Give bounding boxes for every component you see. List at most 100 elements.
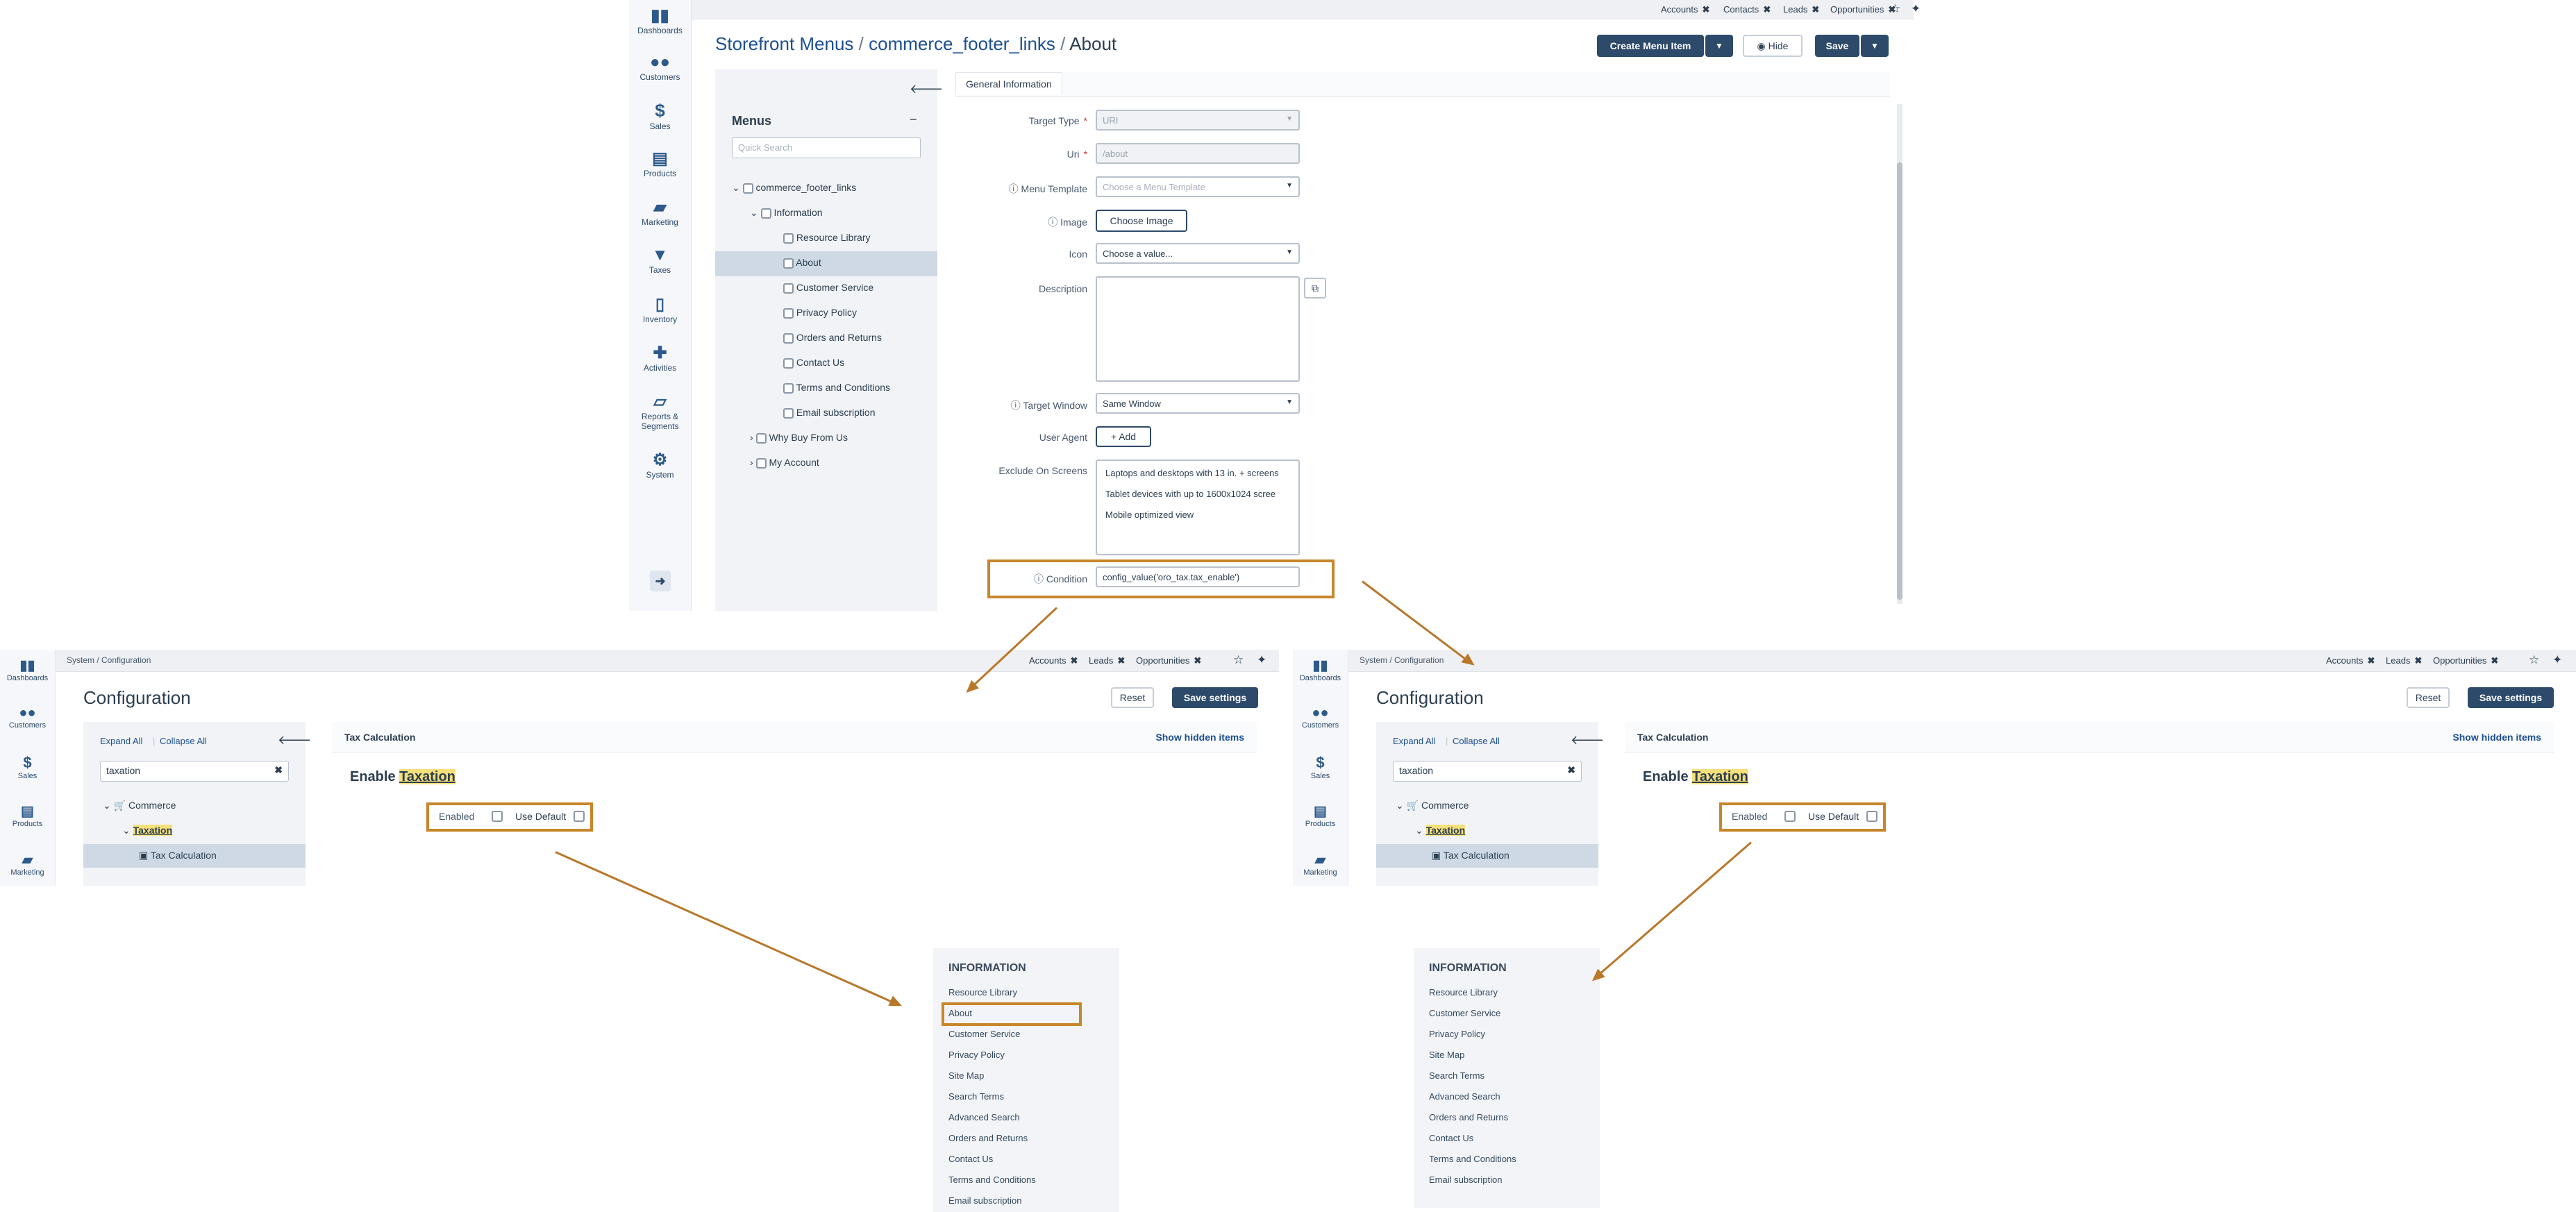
footer-link[interactable]: Privacy Policy — [1429, 1029, 1485, 1039]
reset-button[interactable]: Reset — [1111, 687, 1154, 708]
star-icon[interactable]: ☆ — [2529, 653, 2539, 667]
footer-link[interactable]: Contact Us — [1429, 1133, 1473, 1143]
close-icon[interactable]: ✖ — [2414, 655, 2422, 666]
footer-link[interactable]: Search Terms — [1429, 1070, 1484, 1081]
save-dropdown-button[interactable]: ▼ — [1861, 35, 1889, 57]
pinned-tab-accounts[interactable]: Accounts ✖ — [1661, 4, 1709, 15]
footer-link[interactable]: Site Map — [1429, 1050, 1464, 1060]
condition-input[interactable]: config_value('oro_tax.tax_enable') — [1096, 566, 1300, 587]
save-button[interactable]: Save — [1815, 35, 1859, 57]
tree-item[interactable]: About — [783, 257, 821, 269]
tree-item-selected[interactable] — [715, 251, 937, 276]
footer-link[interactable]: Terms and Conditions — [948, 1175, 1036, 1185]
show-hidden-items-link[interactable]: Show hidden items — [1155, 732, 1244, 743]
config-search-input[interactable]: taxation ✖ — [1393, 761, 1582, 782]
footer-link[interactable]: Advanced Search — [1429, 1091, 1500, 1102]
use-default-checkbox[interactable] — [1866, 811, 1877, 822]
pinned-tab-leads[interactable]: Leads ✖ — [1089, 655, 1125, 666]
exclude-option[interactable]: Tablet devices with up to 1600x1024 scre… — [1105, 489, 1276, 499]
tree-checkbox[interactable] — [755, 457, 767, 469]
tree-item[interactable]: Email subscription — [783, 407, 876, 419]
pinned-tab-leads[interactable]: Leads ✖ — [1783, 4, 1819, 15]
translate-button[interactable]: ⧉ — [1304, 278, 1326, 298]
footer-link[interactable]: Advanced Search — [948, 1112, 1020, 1122]
nav-products[interactable]: ▤ Products — [0, 802, 55, 828]
tree-item-root[interactable]: ⌄ commerce_footer_links — [732, 182, 856, 194]
config-search-input[interactable]: taxation ✖ — [100, 761, 289, 782]
pin-icon[interactable]: ✦ — [1911, 2, 1921, 16]
tab-general-information[interactable]: General Information — [955, 72, 1062, 95]
nav-marketing[interactable]: ▰ Marketing — [629, 197, 691, 227]
close-icon[interactable]: ✖ — [1117, 655, 1125, 666]
collapse-all-link[interactable]: Collapse All — [160, 736, 207, 746]
footer-link[interactable]: Resource Library — [1429, 987, 1498, 998]
pin-icon[interactable]: ✦ — [1257, 653, 1266, 667]
footer-link-about[interactable]: About — [948, 1008, 972, 1018]
tree-item[interactable]: Customer Service — [783, 282, 873, 294]
close-icon[interactable]: ✖ — [2491, 655, 2498, 666]
nav-customers[interactable]: ●● Customers — [1293, 705, 1348, 730]
tree-item-tax-calculation[interactable]: ▣ Tax Calculation — [1432, 850, 1509, 861]
nav-products[interactable]: ▤ Products — [1293, 802, 1348, 828]
description-textarea[interactable] — [1096, 276, 1300, 382]
expand-sidebar-button[interactable]: ➜ — [650, 571, 671, 591]
tree-item-why-buy[interactable]: › Why Buy From Us — [750, 432, 848, 444]
tree-item-commerce[interactable]: ⌄ 🛒 Commerce — [103, 800, 176, 811]
exclude-screens-multiselect[interactable]: Laptops and desktops with 13 in. + scree… — [1096, 460, 1300, 555]
tree-checkbox[interactable] — [755, 432, 767, 444]
tree-item[interactable]: Contact Us — [783, 357, 844, 369]
footer-link[interactable]: Orders and Returns — [948, 1133, 1028, 1143]
tree-checkbox[interactable] — [783, 258, 794, 269]
tree-checkbox[interactable] — [783, 233, 794, 244]
icon-select[interactable]: Choose a value... ▼ — [1096, 243, 1300, 264]
tree-item-tax-calculation[interactable]: ▣ Tax Calculation — [139, 850, 217, 861]
footer-link[interactable]: Orders and Returns — [1429, 1112, 1508, 1122]
tree-item-taxation[interactable]: ⌄ Taxation — [1415, 825, 1466, 836]
save-settings-button[interactable]: Save settings — [2468, 687, 2554, 708]
exclude-option[interactable]: Mobile optimized view — [1105, 510, 1194, 520]
reset-button[interactable]: Reset — [2407, 687, 2450, 708]
footer-link[interactable]: Email subscription — [948, 1195, 1022, 1206]
close-icon[interactable]: ✖ — [2367, 655, 2375, 666]
tree-item-commerce[interactable]: ⌄ 🛒 Commerce — [1396, 800, 1469, 811]
footer-link[interactable]: Search Terms — [948, 1091, 1004, 1102]
close-icon[interactable]: ✖ — [1812, 4, 1819, 15]
hide-button[interactable]: ◉ Hide — [1743, 35, 1803, 57]
minus-icon[interactable]: − — [910, 112, 917, 127]
use-default-checkbox[interactable] — [574, 811, 585, 822]
save-settings-button[interactable]: Save settings — [1172, 687, 1258, 708]
create-menu-item-button[interactable]: Create Menu Item — [1597, 35, 1704, 57]
nav-dashboards[interactable]: ▮▮ Dashboards — [0, 657, 55, 682]
tree-checkbox[interactable] — [783, 382, 794, 394]
close-icon[interactable]: ✖ — [1070, 655, 1078, 666]
star-icon[interactable]: ☆ — [1233, 653, 1244, 667]
tree-checkbox[interactable] — [783, 407, 794, 419]
clear-icon[interactable]: ✖ — [1567, 764, 1575, 776]
pinned-tab-contacts[interactable]: Contacts ✖ — [1723, 4, 1771, 15]
pinned-tab-leads[interactable]: Leads ✖ — [2386, 655, 2422, 666]
expand-all-link[interactable]: Expand All — [100, 736, 142, 746]
breadcrumb-menu[interactable]: commerce_footer_links — [869, 33, 1055, 54]
nav-marketing[interactable]: ▰ Marketing — [1293, 851, 1348, 877]
tree-item-information[interactable]: ⌄ Information — [750, 207, 823, 219]
tree-checkbox[interactable] — [783, 357, 794, 369]
nav-customers[interactable]: ●● Customers — [629, 53, 691, 82]
tree-item[interactable]: Terms and Conditions — [783, 382, 890, 394]
nav-inventory[interactable]: ▯ Inventory — [629, 294, 691, 324]
nav-sales[interactable]: $ Sales — [0, 754, 55, 780]
pinned-tab-opportunities[interactable]: Opportunities ✖ — [1830, 4, 1896, 15]
footer-link[interactable]: Site Map — [948, 1070, 984, 1081]
nav-marketing[interactable]: ▰ Marketing — [0, 851, 55, 877]
pinned-tab-accounts[interactable]: Accounts ✖ — [1029, 655, 1078, 666]
footer-link[interactable]: Customer Service — [948, 1029, 1020, 1039]
collapse-panel-icon[interactable]: 🡐 — [1571, 733, 1604, 748]
quick-search-input[interactable]: Quick Search — [732, 137, 921, 158]
choose-image-button[interactable]: Choose Image — [1096, 210, 1187, 232]
nav-taxes[interactable]: ▼ Taxes — [629, 246, 691, 275]
tree-item-my-account[interactable]: › My Account — [750, 457, 819, 469]
star-icon[interactable]: ☆ — [1890, 2, 1900, 16]
add-user-agent-button[interactable]: + Add — [1096, 426, 1151, 447]
footer-link[interactable]: Resource Library — [948, 987, 1017, 998]
scrollbar[interactable] — [1897, 104, 1902, 604]
collapse-panel-icon[interactable]: 🡐 — [278, 733, 311, 748]
